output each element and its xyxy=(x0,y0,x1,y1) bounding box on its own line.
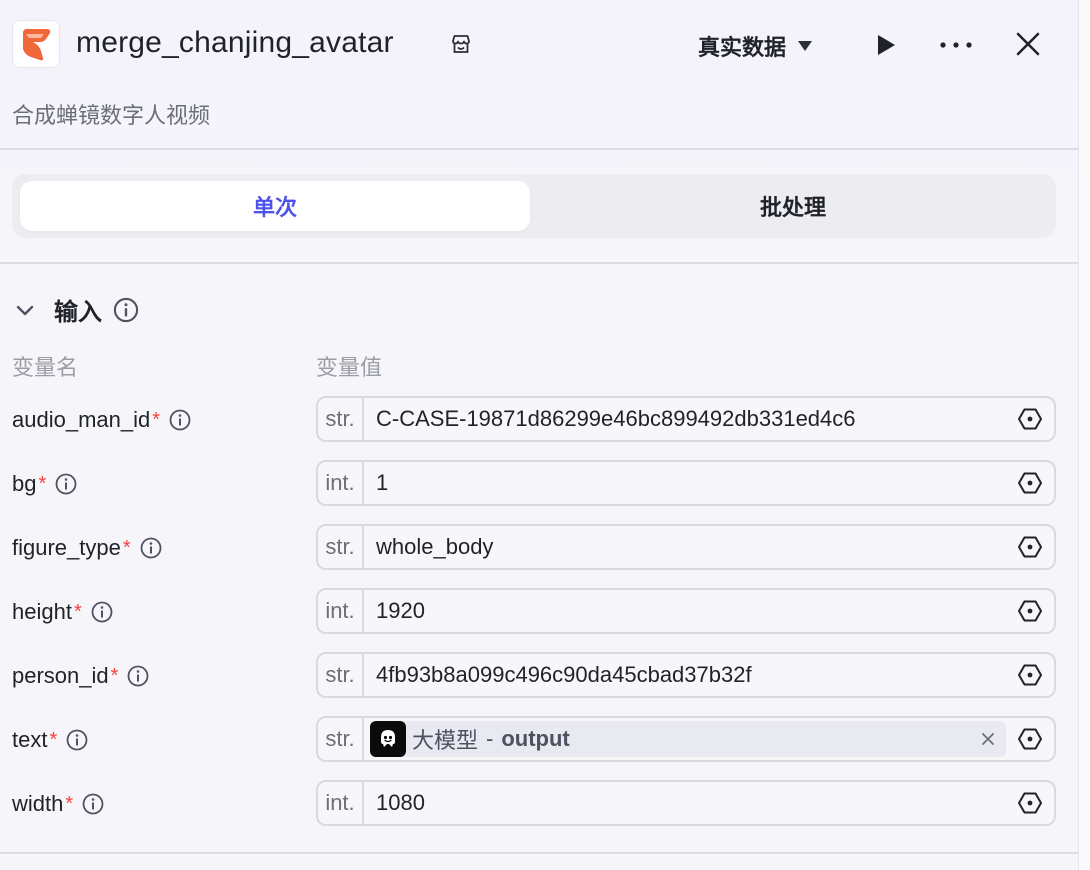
param-value-field[interactable]: str. 4fb93b8a099c496c90da45cbad37b32f xyxy=(316,652,1056,698)
type-tag: int. xyxy=(318,590,364,632)
required-marker: * xyxy=(122,536,131,559)
info-icon[interactable] xyxy=(54,472,78,496)
param-value-input[interactable]: 1 xyxy=(364,470,1016,496)
param-name: person_id xyxy=(12,663,109,688)
param-name: audio_man_id xyxy=(12,407,151,432)
variable-reference-icon[interactable] xyxy=(1016,533,1044,561)
chevron-down-icon[interactable] xyxy=(12,297,38,323)
info-icon[interactable] xyxy=(126,664,150,688)
param-value-input[interactable]: 1080 xyxy=(364,790,1016,816)
variable-reference-chip[interactable]: 大模型 - output xyxy=(370,721,1006,757)
tab-single[interactable]: 单次 xyxy=(20,181,530,231)
required-marker: * xyxy=(73,600,82,623)
required-marker: * xyxy=(49,728,58,751)
param-value-field[interactable]: str. C-CASE-19871d86299e46bc899492db331e… xyxy=(316,396,1056,442)
param-label: figure_type * xyxy=(12,525,163,571)
input-section-title: 输入 xyxy=(54,299,102,326)
param-label: height * xyxy=(12,589,114,635)
info-icon[interactable] xyxy=(112,296,140,324)
panel-edge xyxy=(1078,0,1090,870)
info-icon[interactable] xyxy=(168,408,192,432)
param-label: text * xyxy=(12,717,89,763)
param-name: bg xyxy=(12,471,37,496)
param-name: text xyxy=(12,727,48,752)
param-value-field[interactable]: int. 1 xyxy=(316,460,1056,506)
param-label: audio_man_id * xyxy=(12,397,192,443)
param-value-field[interactable]: int. 1920 xyxy=(316,588,1056,634)
param-value-input[interactable]: 4fb93b8a099c496c90da45cbad37b32f xyxy=(364,662,1016,688)
header-divider xyxy=(0,148,1078,150)
caret-down-icon xyxy=(798,41,813,51)
param-name: height xyxy=(12,599,72,624)
mode-tabs: 单次 批处理 xyxy=(12,174,1056,238)
type-tag: int. xyxy=(318,462,364,504)
type-tag: str. xyxy=(318,654,364,696)
store-icon[interactable] xyxy=(449,32,473,56)
param-name: width xyxy=(12,791,64,816)
param-value-field[interactable]: int. 1080 xyxy=(316,780,1056,826)
column-header-value: 变量值 xyxy=(316,355,383,380)
required-marker: * xyxy=(110,664,119,687)
required-marker: * xyxy=(65,792,74,815)
variable-reference-icon[interactable] xyxy=(1016,469,1044,497)
info-icon[interactable] xyxy=(139,536,163,560)
more-icon[interactable] xyxy=(938,30,974,60)
section-divider xyxy=(0,852,1078,854)
tab-batch[interactable]: 批处理 xyxy=(538,181,1048,231)
param-value-input[interactable]: C-CASE-19871d86299e46bc899492db331ed4c6 xyxy=(364,406,1016,432)
variable-reference-icon[interactable] xyxy=(1016,725,1044,753)
type-tag: int. xyxy=(318,782,364,824)
dataset-selector[interactable]: 真实数据 xyxy=(698,30,813,62)
reference-node-name: 大模型 xyxy=(412,728,479,753)
plugin-logo xyxy=(12,20,60,68)
dataset-selector-label: 真实数据 xyxy=(698,35,787,60)
llm-node-icon xyxy=(370,721,406,757)
variable-reference-icon[interactable] xyxy=(1016,661,1044,689)
play-icon[interactable] xyxy=(870,30,900,60)
variable-reference-icon[interactable] xyxy=(1016,789,1044,817)
param-value-input[interactable]: whole_body xyxy=(364,534,1016,560)
plugin-description: 合成蝉镜数字人视频 xyxy=(12,103,211,128)
required-marker: * xyxy=(38,472,47,495)
variable-reference-icon[interactable] xyxy=(1016,597,1044,625)
type-tag: str. xyxy=(318,718,364,760)
info-icon[interactable] xyxy=(90,600,114,624)
reference-output-name: output xyxy=(501,726,570,751)
param-label: width * xyxy=(12,781,105,827)
type-tag: str. xyxy=(318,398,364,440)
param-value-field[interactable]: str. whole_body xyxy=(316,524,1056,570)
variable-reference-icon[interactable] xyxy=(1016,405,1044,433)
panel-header: merge_chanjing_avatar 真实数据 合成蝉镜数字人视频 xyxy=(0,0,1078,150)
info-icon[interactable] xyxy=(65,728,89,752)
required-marker: * xyxy=(152,408,161,431)
param-label: bg * xyxy=(12,461,78,507)
param-label: person_id * xyxy=(12,653,150,699)
param-value-input[interactable]: 1920 xyxy=(364,598,1016,624)
param-value-field[interactable]: str. 大模型 - output xyxy=(316,716,1056,762)
tabs-divider xyxy=(0,262,1078,264)
plugin-title: merge_chanjing_avatar xyxy=(76,26,394,59)
test-run-panel: merge_chanjing_avatar 真实数据 合成蝉镜数字人视频 单次 … xyxy=(0,0,1078,870)
param-name: figure_type xyxy=(12,535,121,560)
info-icon[interactable] xyxy=(81,792,105,816)
clear-icon[interactable] xyxy=(978,729,998,749)
column-header-name: 变量名 xyxy=(12,355,79,380)
close-icon[interactable] xyxy=(1012,28,1044,60)
reference-separator: - xyxy=(486,726,494,751)
input-section-header[interactable]: 输入 xyxy=(12,292,140,327)
type-tag: str. xyxy=(318,526,364,568)
